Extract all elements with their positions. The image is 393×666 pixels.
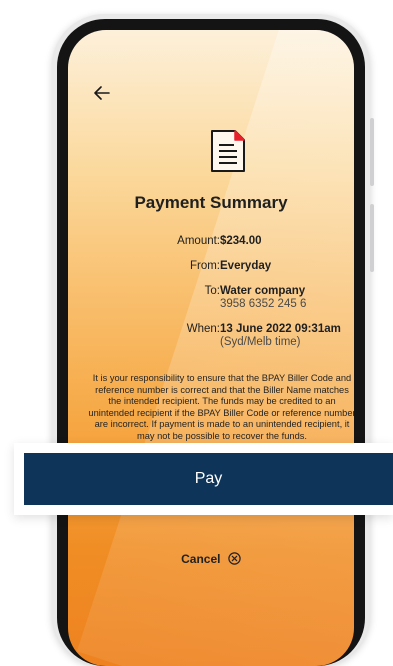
cancel-label: Cancel xyxy=(181,552,221,566)
pay-button-card: Pay xyxy=(14,443,393,515)
payment-summary-screen: Payment Summary Amount: $234.00 From: Ev… xyxy=(68,30,354,666)
biller-reference-number: 3958 6352 245 6 xyxy=(220,298,307,310)
close-circle-icon xyxy=(228,552,241,565)
bpay-disclaimer: It is your responsibility to ensure that… xyxy=(88,373,354,441)
phone-side-button xyxy=(370,204,374,272)
phone-side-button xyxy=(370,118,374,186)
amount-value: $234.00 xyxy=(220,235,262,247)
when-label: When: xyxy=(186,323,220,335)
cancel-link[interactable]: Cancel xyxy=(68,552,354,566)
to-label: To: xyxy=(204,285,220,297)
amount-label: Amount: xyxy=(177,235,220,247)
phone-frame: Payment Summary Amount: $234.00 From: Ev… xyxy=(52,14,374,666)
timezone-note: (Syd/Melb time) xyxy=(220,336,301,348)
back-arrow-icon[interactable] xyxy=(94,86,110,100)
page-title: Payment Summary xyxy=(134,193,288,212)
payment-datetime: 13 June 2022 09:31am xyxy=(220,323,341,335)
biller-name: Water company xyxy=(220,285,306,297)
from-label: From: xyxy=(189,260,220,272)
pay-button[interactable]: Pay xyxy=(24,453,393,505)
from-account-value: Everyday xyxy=(220,260,272,272)
phone-bezel: Payment Summary Amount: $234.00 From: Ev… xyxy=(57,19,365,666)
document-icon xyxy=(211,130,245,172)
